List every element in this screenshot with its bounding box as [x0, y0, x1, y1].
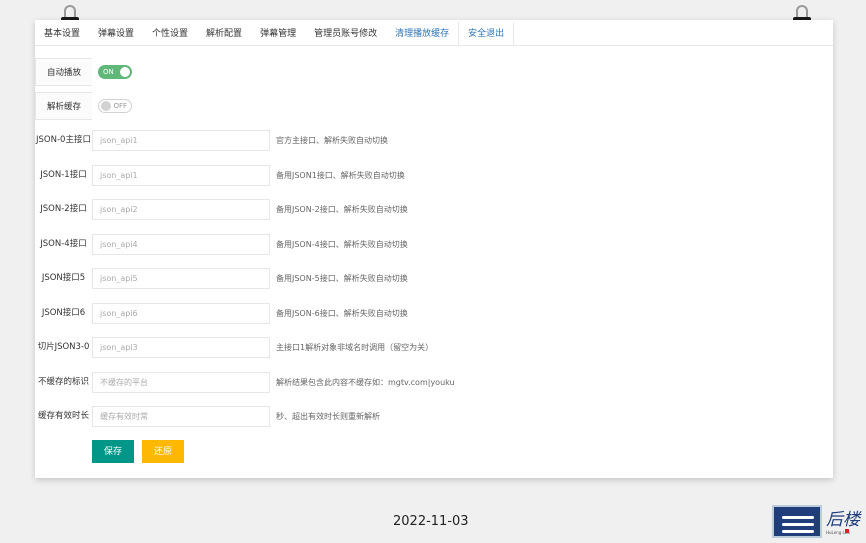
field-tip: 秒、超出有效时长则重新解析 [276, 411, 380, 421]
no-cache-input[interactable] [92, 371, 270, 393]
field-tip: 备用JSON-2接口、解析失败自动切换 [276, 204, 408, 214]
field-tip: 备用JSON-6接口、解析失败自动切换 [276, 308, 408, 318]
toggle-state-text: ON [103, 68, 114, 76]
autoplay-label: 自动播放 [35, 58, 92, 86]
json-2-input[interactable] [92, 198, 270, 220]
cache-toggle[interactable]: OFF [98, 99, 132, 113]
field-label: 缓存有效时长 [35, 402, 92, 430]
field-label: 不缓存的标识 [35, 368, 92, 396]
field-tip: 备用JSON-5接口、解析失败自动切换 [276, 273, 408, 283]
field-row: JSON接口6 备用JSON-6接口、解析失败自动切换 [35, 299, 408, 327]
field-row: JSON接口5 备用JSON-5接口、解析失败自动切换 [35, 264, 408, 292]
field-row: 不缓存的标识 解析结果包含此内容不缓存如：mgtv.com|youku [35, 368, 455, 396]
json-4-input[interactable] [92, 233, 270, 255]
field-label: JSON-0主接口 [35, 126, 92, 154]
tab-danmaku-manage[interactable]: 弹幕管理 [251, 22, 305, 45]
logo-dot [845, 529, 849, 533]
field-label: JSON-1接口 [35, 161, 92, 189]
settings-panel: 基本设置 弹幕设置 个性设置 解析配置 弹幕管理 管理员账号修改 清理播放缓存 … [35, 20, 833, 478]
tab-clear-cache[interactable]: 清理播放缓存 [386, 22, 458, 45]
tab-logout[interactable]: 安全退出 [458, 22, 515, 45]
cache-duration-input[interactable] [92, 405, 270, 427]
logo-text: 后楼 [826, 510, 860, 530]
field-tip: 主接口1解析对象非域名时调用（留空为关） [276, 342, 434, 352]
field-label: JSON接口5 [35, 264, 92, 292]
json-0-input[interactable] [92, 129, 270, 151]
field-row: JSON-0主接口 官方主接口、解析失败自动切换 [35, 126, 388, 154]
autoplay-row: 自动播放 ON [35, 58, 164, 86]
field-label: JSON接口6 [35, 299, 92, 327]
tab-basic-settings[interactable]: 基本设置 [35, 22, 89, 45]
save-button[interactable]: 保存 [92, 440, 134, 463]
json-5-input[interactable] [92, 267, 270, 289]
field-tip: 解析结果包含此内容不缓存如：mgtv.com|youku [276, 377, 455, 387]
slice-json-input[interactable] [92, 336, 270, 358]
tab-parse-config[interactable]: 解析配置 [197, 22, 251, 45]
field-label: JSON-2接口 [35, 195, 92, 223]
field-tip: 官方主接口、解析失败自动切换 [276, 135, 388, 145]
field-row: JSON-2接口 备用JSON-2接口、解析失败自动切换 [35, 195, 408, 223]
tab-danmaku-settings[interactable]: 弹幕设置 [89, 22, 143, 45]
json-6-input[interactable] [92, 302, 270, 324]
field-tip: 备用JSON1接口、解析失败自动切换 [276, 170, 405, 180]
reset-button[interactable]: 还原 [142, 440, 184, 463]
tab-personal-settings[interactable]: 个性设置 [143, 22, 197, 45]
field-row: JSON-1接口 备用JSON1接口、解析失败自动切换 [35, 161, 405, 189]
logo-icon [772, 505, 822, 538]
field-tip: 备用JSON-4接口、解析失败自动切换 [276, 239, 408, 249]
toggle-state-text: OFF [113, 102, 127, 110]
field-row: JSON-4接口 备用JSON-4接口、解析失败自动切换 [35, 230, 408, 258]
tab-admin-account[interactable]: 管理员账号修改 [305, 22, 386, 45]
field-row: 缓存有效时长 秒、超出有效时长则重新解析 [35, 402, 380, 430]
cache-row: 解析缓存 OFF [35, 92, 164, 120]
json-1-input[interactable] [92, 164, 270, 186]
cache-label: 解析缓存 [35, 92, 92, 120]
date-caption: 2022-11-03 [393, 514, 469, 529]
autoplay-toggle[interactable]: ON [98, 65, 132, 79]
field-row: 切片JSON3-0 主接口1解析对象非域名时调用（留空为关） [35, 333, 433, 361]
tab-bar: 基本设置 弹幕设置 个性设置 解析配置 弹幕管理 管理员账号修改 清理播放缓存 … [35, 22, 833, 46]
field-label: JSON-4接口 [35, 230, 92, 258]
field-label: 切片JSON3-0 [35, 333, 92, 361]
